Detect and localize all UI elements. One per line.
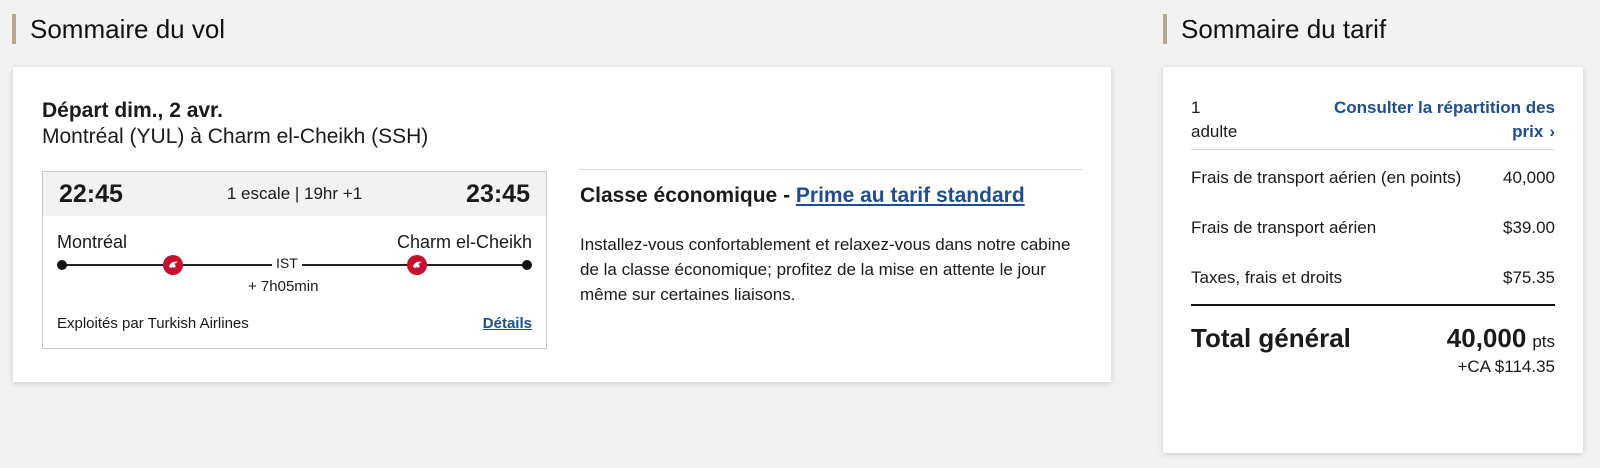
destination-dot-icon: [522, 260, 532, 270]
fare-row-value: 40,000: [1503, 168, 1555, 187]
origin-city: Montréal: [57, 232, 128, 252]
passenger-count: 1 adulte: [1191, 96, 1237, 144]
total-points: 40,000 pts: [1447, 323, 1555, 354]
divider: [1191, 149, 1555, 150]
price-breakdown-link[interactable]: Consulter la répartition des prix ›: [1305, 96, 1555, 144]
segment-header: 22:45 1 escale | 19hr +1 23:45: [43, 172, 546, 216]
fare-row: Frais de transport aérien (en points) 40…: [1191, 168, 1555, 188]
flight-summary-title: Sommaire du vol: [12, 14, 225, 44]
divider: [579, 169, 1082, 170]
layover-duration: + 7h05min: [248, 278, 319, 295]
operated-by: Exploités par Turkish Airlines: [57, 315, 249, 332]
total-label: Total général: [1191, 323, 1351, 353]
arrival-time: 23:45: [466, 180, 530, 208]
fare-row-value: $39.00: [1503, 218, 1555, 237]
departure-date: Départ dim., 2 avr.: [42, 99, 223, 122]
origin-dot-icon: [57, 260, 67, 270]
fare-row-value: $75.35: [1503, 268, 1555, 287]
turkish-airlines-logo-icon: [407, 255, 427, 275]
total-cash: +CA $114.35: [1457, 357, 1555, 376]
price-breakdown-label: Consulter la répartition des prix: [1333, 98, 1555, 141]
turkish-airlines-logo-icon: [163, 255, 183, 275]
passenger-number: 1: [1191, 98, 1201, 117]
chevron-right-icon: ›: [1549, 122, 1555, 141]
cabin-description: Installez-vous confortablement et relaxe…: [580, 235, 1071, 304]
stopover-code: IST: [272, 255, 302, 271]
fare-summary-title: Sommaire du tarif: [1163, 14, 1386, 44]
destination-city: Charm el-Cheikh: [396, 232, 532, 252]
fare-row-label: Taxes, frais et droits: [1191, 268, 1343, 287]
passenger-type: adulte: [1191, 122, 1238, 141]
total-divider: [1191, 304, 1555, 306]
fare-row-label: Frais de transport aérien (en points): [1191, 168, 1462, 187]
fare-type-link[interactable]: Prime au tarif standard: [796, 184, 1025, 207]
flight-summary-card: Départ dim., 2 avr. Montréal (YUL) à Cha…: [13, 67, 1111, 382]
fare-row: Frais de transport aérien $39.00: [1191, 218, 1555, 238]
flight-segment: 22:45 1 escale | 19hr +1 23:45 Montréal …: [42, 171, 547, 349]
cabin-class-heading: Classe économique - Prime au tarif stand…: [580, 184, 1025, 208]
fare-row: Taxes, frais et droits $75.35: [1191, 268, 1555, 288]
fare-row-label: Frais de transport aérien: [1191, 218, 1377, 237]
total-points-unit: pts: [1532, 332, 1555, 351]
total-points-value: 40,000: [1446, 323, 1527, 353]
route-text: Montréal (YUL) à Charm el-Cheikh (SSH): [42, 125, 429, 148]
cabin-class-label: Classe économique -: [580, 184, 796, 207]
details-link[interactable]: Détails: [483, 315, 532, 332]
fare-summary-card: 1 adulte Consulter la répartition des pr…: [1163, 67, 1583, 453]
